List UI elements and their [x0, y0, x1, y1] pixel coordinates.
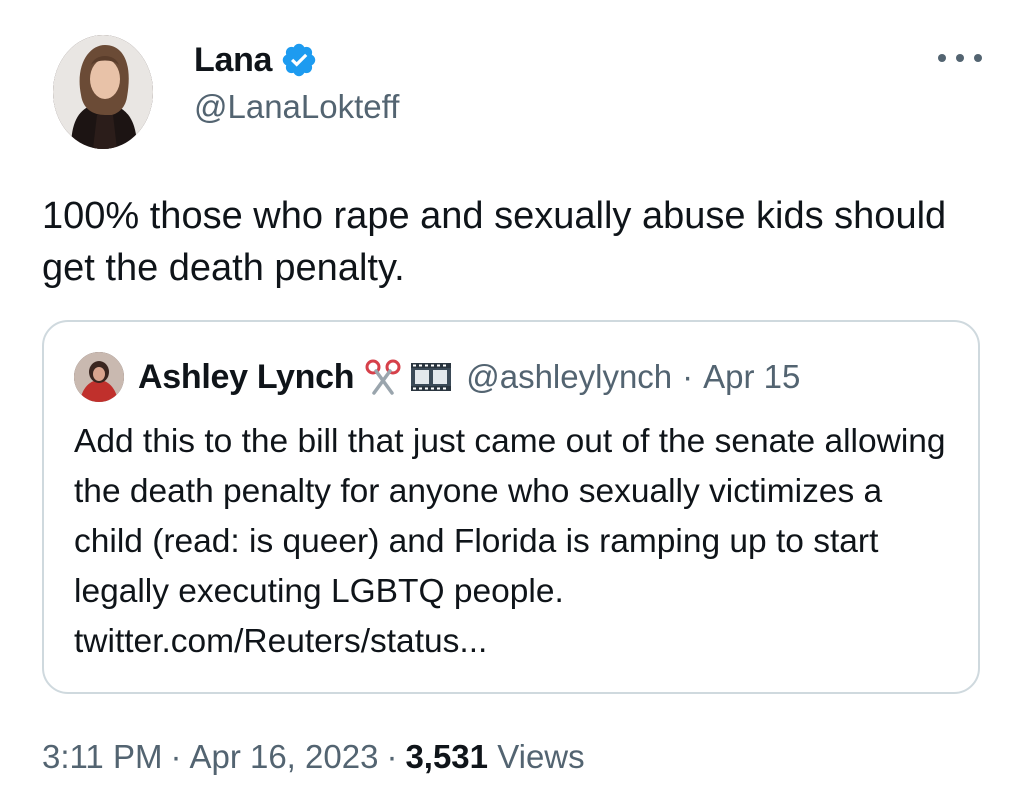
verified-badge-icon[interactable] — [280, 41, 318, 79]
author-name-row: Lana — [194, 38, 318, 82]
author-display-name[interactable]: Lana — [194, 41, 272, 80]
tweet-date[interactable]: Apr 16, 2023 — [189, 738, 378, 775]
quoted-author-handle: @ashleylynch — [466, 358, 673, 395]
quoted-author-avatar — [74, 352, 124, 402]
film-frames-icon — [410, 360, 452, 394]
tweet-time[interactable]: 3:11 PM — [42, 738, 162, 775]
quoted-author-name: Ashley Lynch — [138, 357, 355, 396]
quoted-tweet-card[interactable]: Ashley Lynch @ashleylynch · Apr 15 Add t… — [42, 320, 980, 694]
tweet: Lana @LanaLokteff 100% those who rape an… — [0, 0, 1024, 799]
meta-separator: · — [386, 738, 398, 775]
tweet-text: 100% those who rape and sexually abuse k… — [42, 195, 947, 289]
views-label: Views — [497, 738, 585, 775]
scissors-icon — [364, 358, 402, 396]
meta-separator: · — [170, 738, 182, 775]
views-count: 3,531 — [405, 738, 489, 775]
more-options-icon[interactable] — [938, 46, 982, 70]
quoted-tweet-text: Add this to the bill that just came out … — [74, 423, 946, 660]
quoted-tweet-header: Ashley Lynch @ashleylynch · Apr 15 — [74, 350, 800, 404]
tweet-meta: 3:11 PM · Apr 16, 2023 · 3,531 Views — [42, 738, 585, 776]
quoted-tweet-date: Apr 15 — [703, 358, 801, 395]
author-handle[interactable]: @LanaLokteff — [194, 88, 399, 126]
quoted-meta-separator: · — [682, 358, 694, 395]
author-avatar[interactable] — [53, 35, 153, 149]
